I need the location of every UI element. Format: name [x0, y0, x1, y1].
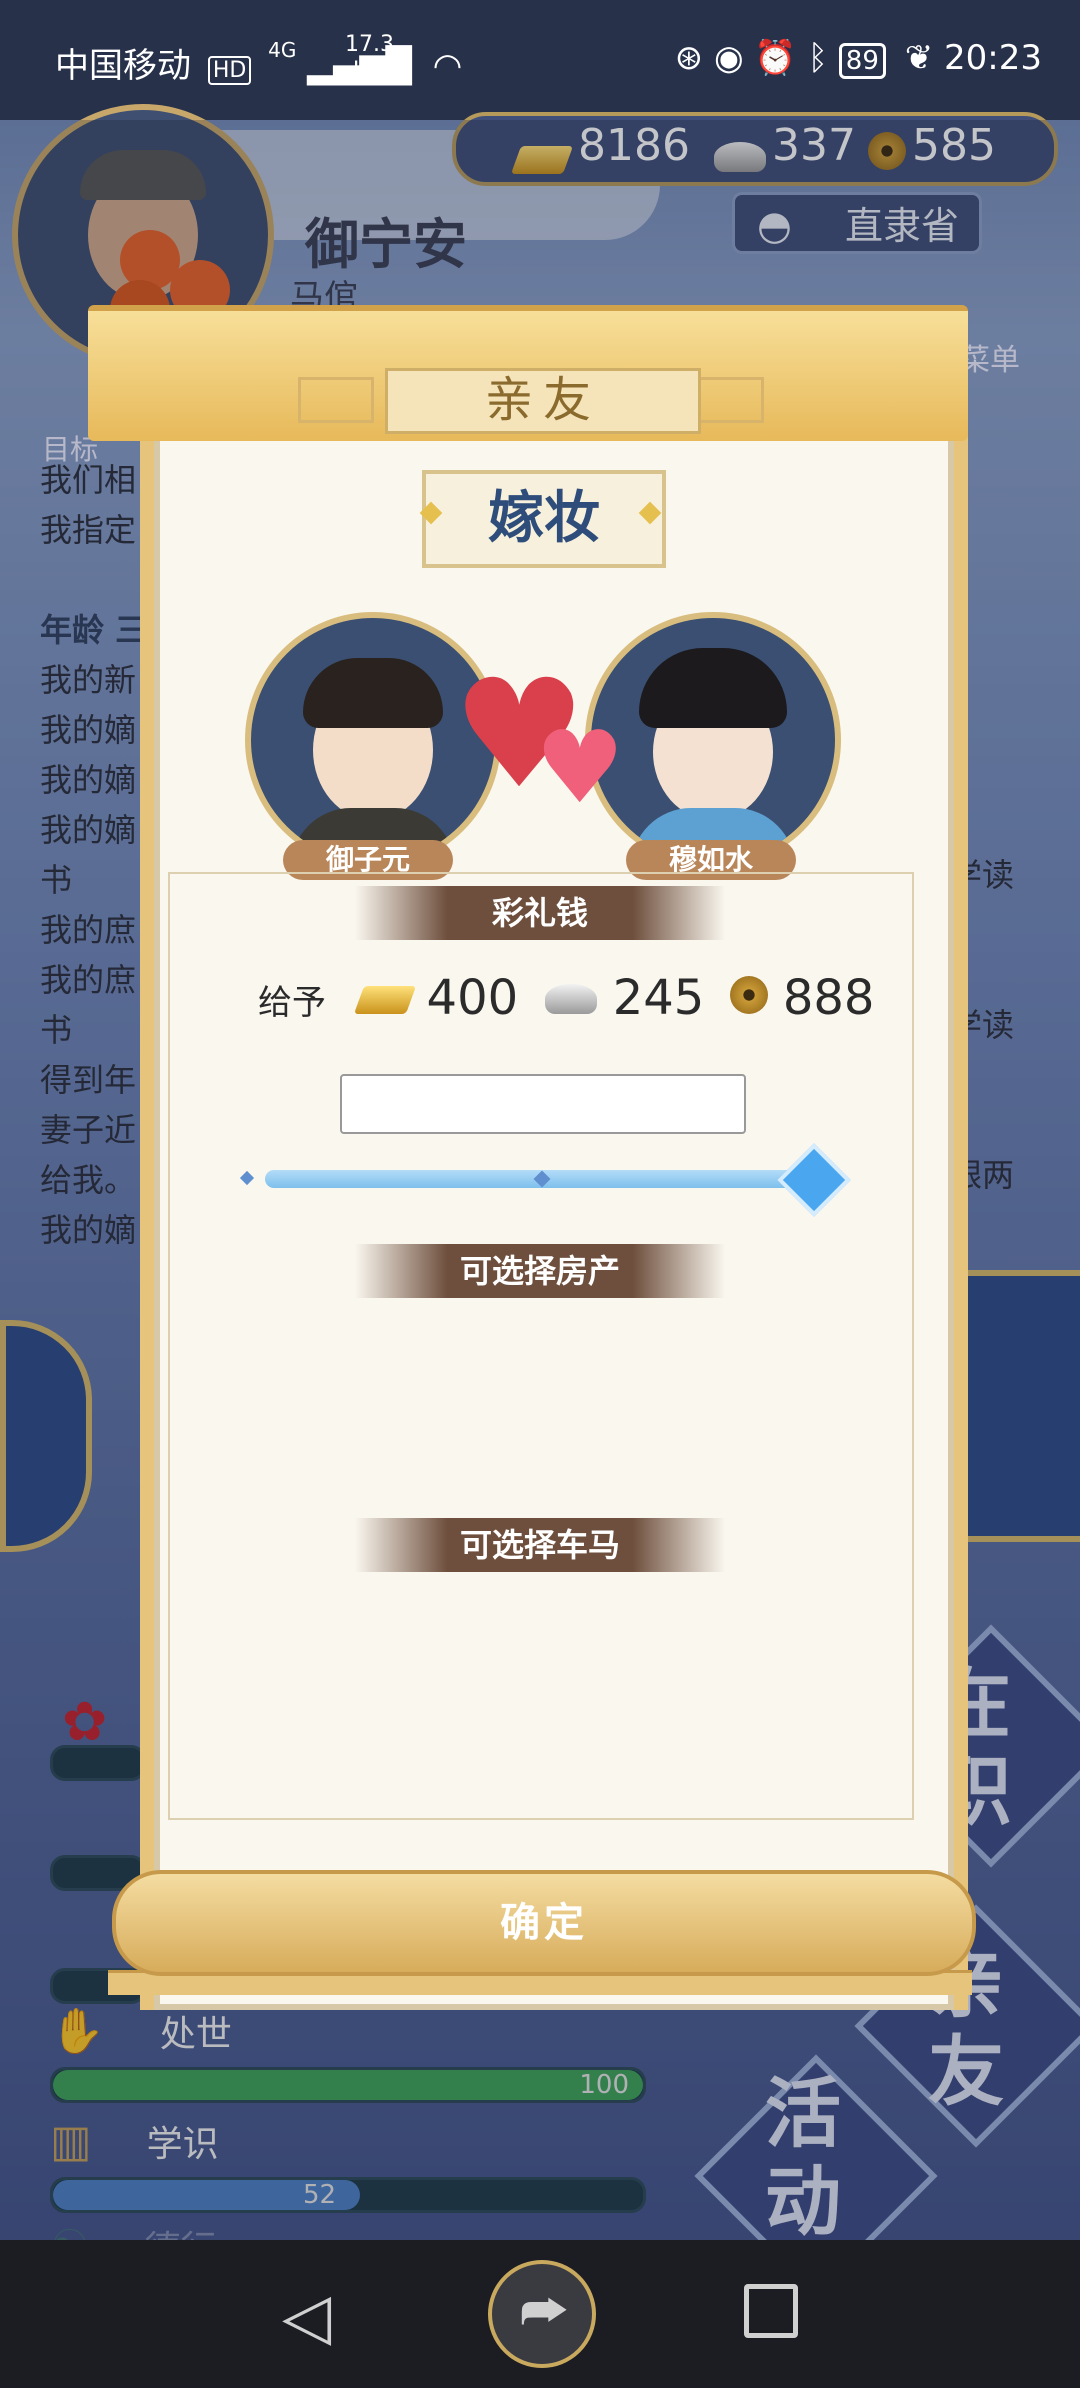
recents-icon[interactable]	[744, 2284, 798, 2338]
speed-value: 17.3	[345, 32, 394, 57]
speed-unit: K/s	[352, 58, 387, 83]
give-gold: 400	[426, 970, 519, 1026]
carrier-label: 中国移动	[55, 46, 191, 86]
gold-ingot-icon	[354, 970, 417, 1026]
bride-price-heading: 彩礼钱	[355, 886, 725, 940]
network-label: 4G	[268, 38, 297, 62]
amount-input[interactable]	[340, 1074, 746, 1134]
status-left: 中国移动 HD 4G ▂▄▆█ ◠	[55, 38, 462, 87]
wifi-icon: ◠	[432, 46, 463, 86]
bride-hair	[639, 648, 787, 728]
eye-icon: ◉	[713, 38, 744, 78]
give-silver: 245	[612, 970, 705, 1026]
give-copper: 888	[782, 970, 875, 1026]
back-icon[interactable]: ◁	[282, 2280, 331, 2354]
status-bar: 中国移动 HD 4G ▂▄▆█ ◠ 17.3 K/s ⊛ ◉ ⏰ ᛒ 89 ❦ …	[0, 0, 1080, 120]
dialog-subtitle: 嫁妆	[422, 470, 666, 568]
give-row: 给予 400 245 888	[258, 970, 874, 1026]
status-right: ⊛ ◉ ⏰ ᛒ 89 ❦ 20:23	[675, 38, 1042, 79]
carriage-heading: 可选择车马	[355, 1518, 725, 1572]
give-label: 给予	[258, 983, 326, 1023]
alarm-icon: ⏰	[754, 38, 797, 78]
clock: 20:23	[944, 38, 1042, 78]
bluetooth-icon: ᛒ	[807, 38, 828, 78]
hd-badge: HD	[207, 56, 252, 85]
heart-small-icon: ♥	[535, 709, 625, 826]
silver-ingot-icon	[545, 970, 598, 1026]
coin-icon	[729, 970, 768, 1026]
dialog-tab-title: 亲友	[385, 368, 701, 434]
scroll-box-left	[298, 377, 374, 423]
system-nav-bar: ◁ ⮫	[0, 2240, 1080, 2388]
battery-icon: 89	[838, 43, 886, 79]
net-speed: 17.3 K/s	[345, 32, 394, 84]
property-heading: 可选择房产	[355, 1244, 725, 1298]
nfc-icon: ⊛	[674, 38, 704, 78]
share-icon: ⮫	[520, 2282, 569, 2342]
leaf-icon: ❦	[904, 38, 934, 78]
confirm-button[interactable]: 确定	[112, 1870, 976, 1976]
groom-hair	[303, 658, 443, 728]
